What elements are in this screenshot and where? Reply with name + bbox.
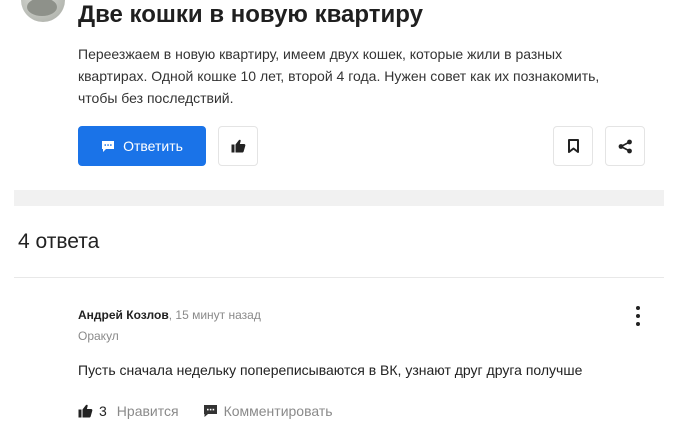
answer-author-role: Оракул [78,329,119,343]
bookmark-button[interactable] [553,126,593,166]
question-title: Две кошки в новую квартиру [78,1,423,28]
answer-meta: Андрей Козлов, 15 минут назад [78,307,261,323]
like-question-button[interactable] [218,126,258,166]
answer-like-count: 3 [99,403,107,419]
comment-icon [101,140,115,153]
question-body: Переезжаем в новую квартиру, имеем двух … [78,43,638,109]
answers-count: 4 ответа [18,230,100,253]
answers-divider [14,277,664,278]
answer-like-label: Нравится [116,403,179,419]
more-vertical-icon[interactable] [632,306,644,326]
answer-actions: 3 Нравится Комментировать [78,400,333,422]
author-avatar[interactable] [21,0,65,22]
answer-time: 15 минут назад [175,308,261,322]
answer-like-button[interactable]: 3 Нравится [78,403,179,419]
share-button[interactable] [605,126,645,166]
question-body-line: чтобы без последствий. [78,90,234,106]
answer-text: Пусть сначала недельку попереписываются … [78,362,583,378]
answer-author[interactable]: Андрей Козлов [78,308,169,322]
answer-comment-button[interactable]: Комментировать [203,403,333,419]
question-page: Две кошки в новую квартиру Переезжаем в … [0,0,700,428]
share-icon [618,139,633,154]
bookmark-icon [567,139,579,153]
thumbs-up-icon [78,404,93,418]
reply-button-label: Ответить [123,138,183,154]
thumbs-up-icon [231,139,246,153]
question-body-line: квартирах. Одной кошке 10 лет, второй 4 … [78,68,600,84]
section-divider [14,190,664,206]
comment-icon [203,404,218,418]
reply-button[interactable]: Ответить [78,126,206,166]
question-body-line: Переезжаем в новую квартиру, имеем двух … [78,46,563,62]
answer-comment-label: Комментировать [223,403,333,419]
